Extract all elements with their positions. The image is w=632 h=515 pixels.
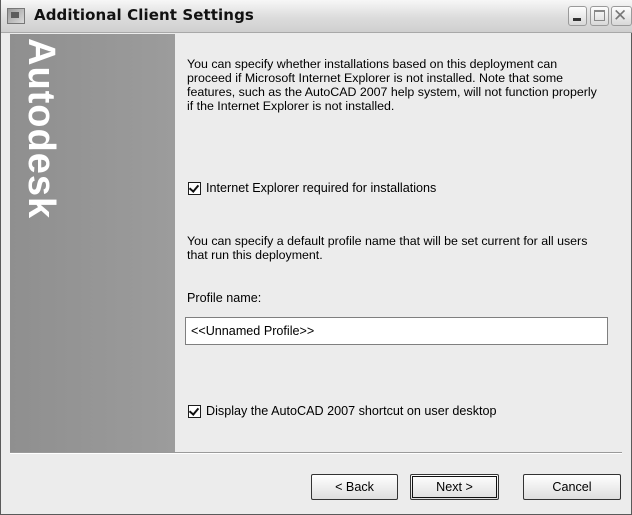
dialog-window: Additional Client Settings ✕ Autodesk Yo… bbox=[0, 0, 632, 515]
profile-description: You can specify a default profile name t… bbox=[187, 234, 588, 262]
brand-sidebar: Autodesk bbox=[10, 34, 175, 452]
window-title: Additional Client Settings bbox=[34, 6, 254, 24]
ie-required-label[interactable]: Internet Explorer required for installat… bbox=[206, 181, 436, 195]
close-button[interactable]: ✕ bbox=[611, 6, 632, 26]
profile-name-input[interactable] bbox=[185, 317, 608, 345]
back-button[interactable]: < Back bbox=[311, 474, 398, 500]
checkmark-icon bbox=[188, 404, 200, 416]
maximize-button[interactable] bbox=[590, 6, 609, 26]
settings-panel: You can specify whether installations ba… bbox=[175, 34, 622, 452]
maximize-icon bbox=[594, 10, 605, 21]
desktop-shortcut-option[interactable]: Display the AutoCAD 2007 shortcut on use… bbox=[188, 403, 497, 419]
ie-description: You can specify whether installations ba… bbox=[187, 57, 597, 113]
close-icon: ✕ bbox=[613, 6, 628, 26]
title-bar[interactable]: Additional Client Settings ✕ bbox=[1, 0, 632, 33]
minimize-icon bbox=[573, 18, 581, 21]
autodesk-logo: Autodesk bbox=[20, 38, 62, 220]
cancel-button[interactable]: Cancel bbox=[523, 474, 621, 500]
ie-required-option[interactable]: Internet Explorer required for installat… bbox=[188, 180, 436, 196]
footer-divider bbox=[10, 452, 622, 454]
next-button[interactable]: Next > bbox=[410, 474, 499, 500]
checkmark-icon bbox=[188, 181, 200, 193]
desktop-shortcut-checkbox[interactable] bbox=[188, 404, 201, 418]
ie-required-checkbox[interactable] bbox=[188, 181, 201, 195]
profile-name-label: Profile name: bbox=[187, 291, 262, 305]
desktop-shortcut-label[interactable]: Display the AutoCAD 2007 shortcut on use… bbox=[206, 404, 497, 418]
minimize-button[interactable] bbox=[568, 6, 587, 26]
app-window-icon bbox=[7, 8, 25, 24]
